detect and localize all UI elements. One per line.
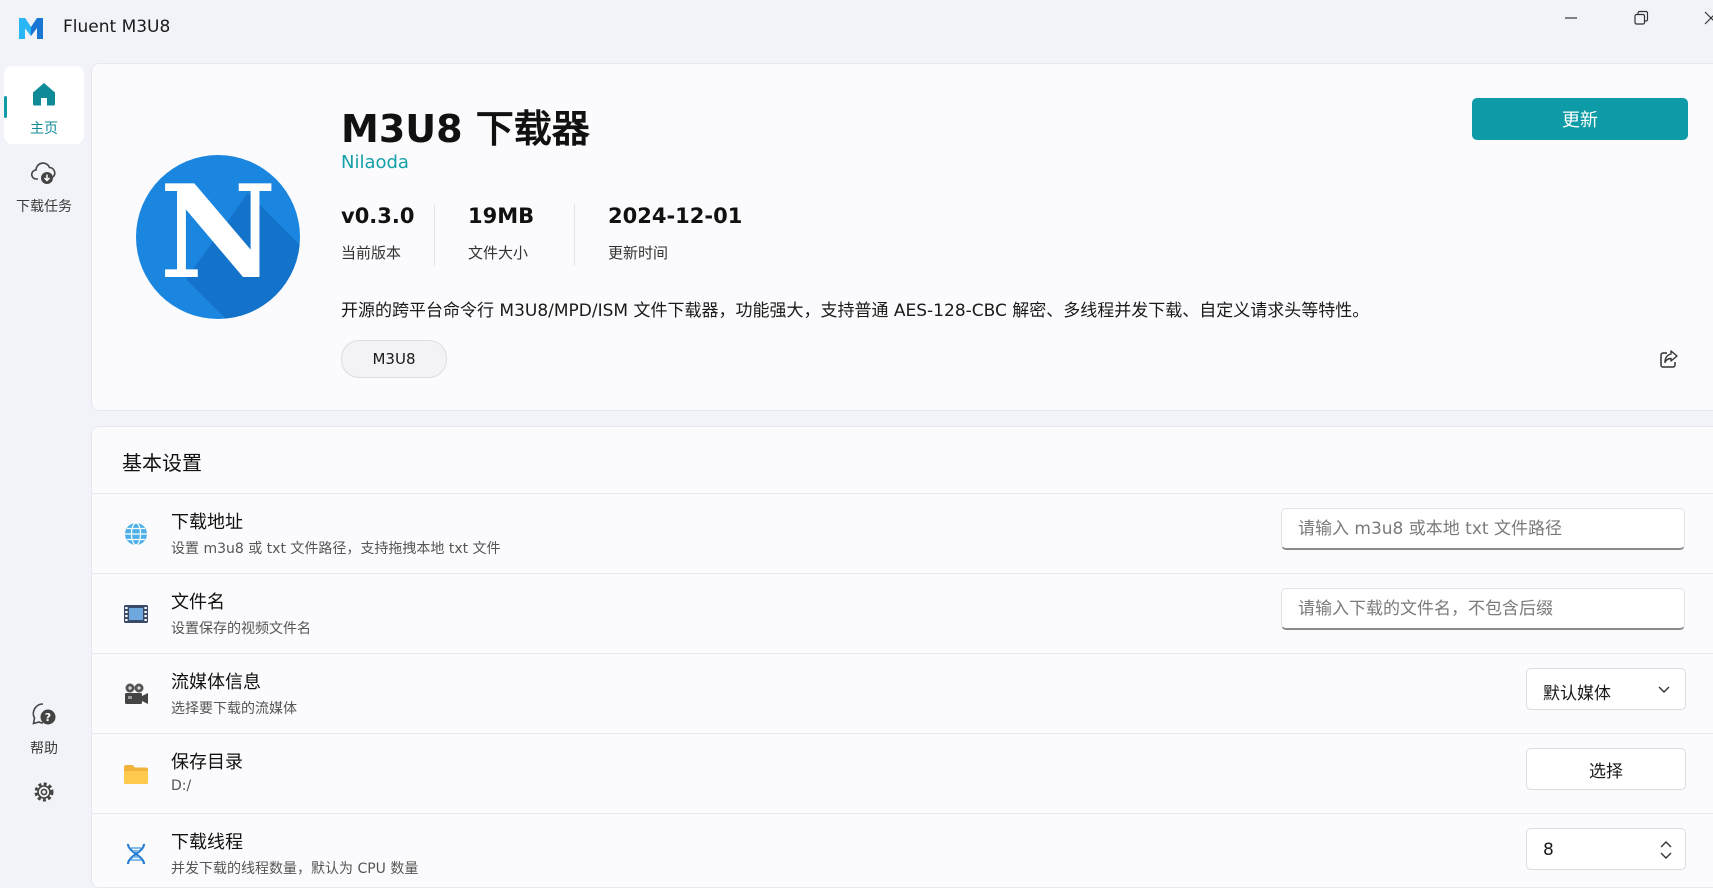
setting-title: 保存目录: [171, 752, 243, 773]
app-name: M3U8 下载器: [341, 107, 590, 151]
media-select[interactable]: 默认媒体: [1526, 668, 1686, 710]
nav-label-help: 帮助: [30, 741, 58, 757]
nav-item-tasks[interactable]: 下载任务: [4, 144, 84, 222]
app-info-card: N M3U8 下载器 Nilaoda v0.3.0 当前版本 19MB 文件大小…: [91, 63, 1713, 411]
gear-icon: [34, 782, 54, 802]
media-select-value: 默认媒体: [1543, 684, 1611, 704]
nav-item-help[interactable]: ? 帮助: [4, 686, 84, 764]
setting-title: 下载线程: [171, 832, 243, 853]
update-button[interactable]: 更新: [1472, 98, 1688, 140]
app-logo-icon: [19, 18, 43, 39]
stat-label: 更新时间: [608, 244, 669, 262]
filename-input[interactable]: [1281, 588, 1685, 630]
video-camera-icon: [125, 683, 148, 704]
cloud-download-icon: [30, 162, 56, 184]
setting-row-media: 流媒体信息 选择要下载的流媒体 默认媒体: [92, 653, 1713, 734]
basic-settings-card: 基本设置 下载地址 设置 m3u8 或 txt 文件路径，支持拖拽本地 txt …: [91, 426, 1713, 888]
setting-row-filename: 文件名 设置保存的视频文件名: [92, 573, 1713, 654]
stat-label: 文件大小: [468, 244, 529, 262]
minimize-button[interactable]: [1544, 0, 1598, 36]
stat-version: v0.3.0 当前版本: [341, 204, 414, 274]
stat-size: 19MB 文件大小: [468, 204, 534, 274]
thread-count-stepper[interactable]: 8: [1526, 828, 1686, 870]
stat-value: v0.3.0: [341, 204, 415, 228]
stat-value: 2024-12-01: [608, 204, 743, 228]
setting-subtitle: 选择要下载的流媒体: [171, 701, 297, 717]
download-url-input[interactable]: [1281, 508, 1685, 550]
stat-date: 2024-12-01 更新时间: [608, 204, 742, 274]
setting-title: 流媒体信息: [171, 672, 261, 693]
choose-folder-button[interactable]: 选择: [1526, 748, 1686, 790]
active-indicator: [4, 96, 7, 118]
up-down-arrows-icon[interactable]: [1659, 838, 1673, 862]
restore-icon: [1634, 10, 1649, 25]
section-title: 基本设置: [122, 451, 202, 475]
setting-row-url: 下载地址 设置 m3u8 或 txt 文件路径，支持拖拽本地 txt 文件: [92, 493, 1713, 574]
film-icon: [124, 605, 148, 623]
tag-chip[interactable]: M3U8: [341, 340, 447, 378]
app-logo: N: [136, 155, 300, 319]
window-title: Fluent M3U8: [63, 17, 171, 37]
setting-title: 文件名: [171, 592, 225, 613]
setting-row-save-dir: 保存目录 D:/ 选择: [92, 733, 1713, 814]
stat-value: 19MB: [468, 204, 535, 228]
nav-label-tasks: 下载任务: [16, 199, 72, 215]
close-icon: [1704, 11, 1713, 25]
globe-icon: [125, 522, 147, 546]
stat-divider: [434, 204, 435, 266]
chevron-down-icon: [1658, 686, 1670, 693]
author-link[interactable]: Nilaoda: [341, 152, 409, 173]
title-bar: Fluent M3U8: [0, 0, 1713, 56]
svg-text:?: ?: [45, 711, 51, 724]
setting-subtitle: D:/: [171, 778, 192, 794]
nav-label-home: 主页: [30, 121, 58, 137]
stat-label: 当前版本: [341, 244, 402, 262]
maximize-button[interactable]: [1614, 0, 1668, 36]
stat-divider: [574, 204, 575, 266]
close-button[interactable]: [1684, 0, 1713, 36]
setting-title: 下载地址: [171, 512, 243, 533]
logo-letter: N: [159, 158, 277, 308]
minimize-icon: [1565, 17, 1577, 19]
setting-subtitle: 设置保存的视频文件名: [171, 621, 311, 637]
nav-item-home[interactable]: 主页: [4, 66, 84, 144]
help-icon: ?: [32, 703, 56, 725]
setting-row-threads: 下载线程 并发下载的线程数量，默认为 CPU 数量 8: [92, 813, 1713, 887]
thread-count-value: 8: [1543, 840, 1554, 860]
app-description: 开源的跨平台命令行 M3U8/MPD/ISM 文件下载器，功能强大，支持普通 A…: [341, 301, 1370, 321]
share-icon[interactable]: [1658, 348, 1680, 370]
folder-icon: [124, 765, 148, 784]
nav-rail: 主页 下载任务 ? 帮助: [0, 56, 88, 871]
nav-item-settings[interactable]: [4, 764, 84, 842]
setting-subtitle: 并发下载的线程数量，默认为 CPU 数量: [171, 861, 419, 877]
dna-icon: [126, 843, 146, 865]
setting-subtitle: 设置 m3u8 或 txt 文件路径，支持拖拽本地 txt 文件: [171, 541, 501, 557]
home-icon: [33, 83, 55, 106]
